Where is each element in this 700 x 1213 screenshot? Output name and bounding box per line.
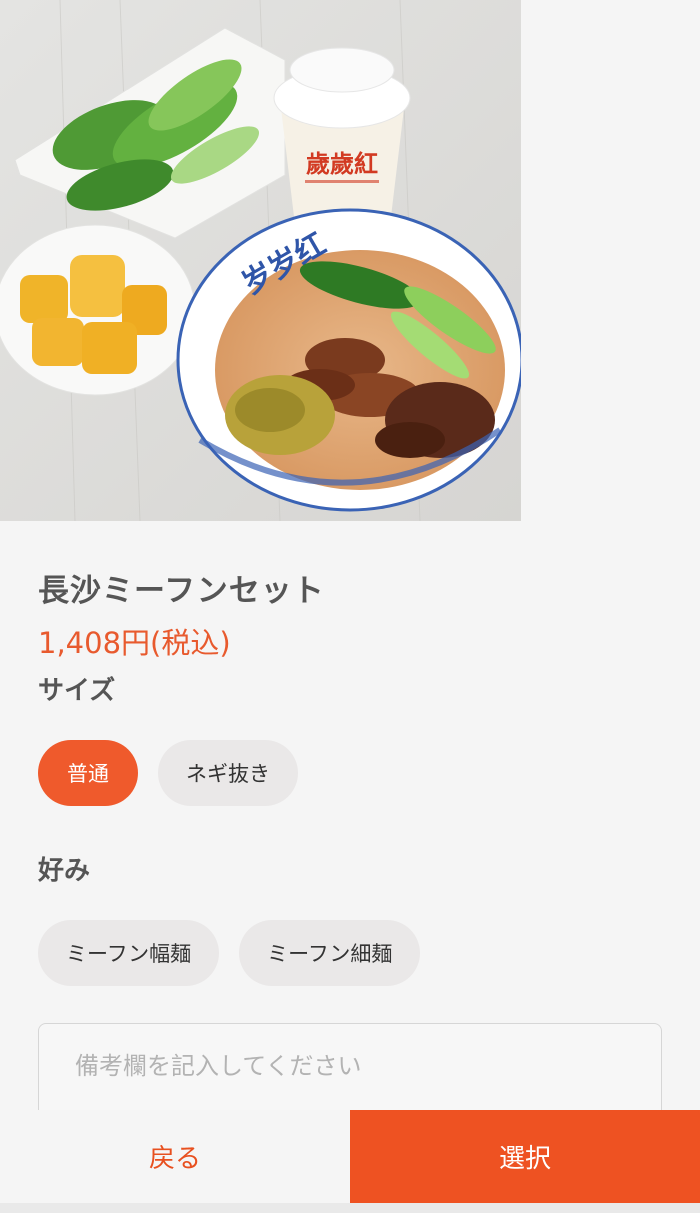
notes-input[interactable] bbox=[39, 1024, 661, 1122]
preference-section-label: 好み bbox=[38, 856, 91, 886]
bottom-action-bar: 戻る 選択 bbox=[0, 1110, 700, 1203]
drink-cup: 歲歲紅 bbox=[273, 47, 411, 225]
product-price: 1,408円(税込) bbox=[38, 626, 231, 660]
size-section-label: サイズ bbox=[38, 676, 116, 706]
preference-option-wide-noodle[interactable]: ミーフン幅麺 bbox=[38, 920, 220, 986]
bottom-divider bbox=[0, 1203, 700, 1213]
back-button[interactable]: 戻る bbox=[0, 1110, 350, 1203]
select-button[interactable]: 選択 bbox=[350, 1110, 700, 1203]
preference-options: ミーフン幅麺 ミーフン細麺 bbox=[38, 920, 421, 986]
product-option-page: 歲歲紅 岁岁红 長沙ミーフンセット 1,408円(税込) サイズ 普通 ネギ抜き… bbox=[0, 0, 700, 1213]
notes-box bbox=[38, 1023, 662, 1123]
size-options: 普通 ネギ抜き bbox=[38, 740, 298, 806]
size-option-no-green-onion[interactable]: ネギ抜き bbox=[158, 740, 298, 806]
preference-option-thin-noodle[interactable]: ミーフン細麺 bbox=[239, 920, 421, 986]
size-option-regular[interactable]: 普通 bbox=[38, 740, 138, 806]
noodle-bowl: 岁岁红 bbox=[176, 208, 521, 512]
cup-logo-text: 歲歲紅 bbox=[306, 149, 378, 178]
product-image: 歲歲紅 岁岁红 bbox=[0, 0, 521, 521]
product-name: 長沙ミーフンセット bbox=[38, 573, 325, 609]
tofu-plate bbox=[0, 224, 196, 396]
